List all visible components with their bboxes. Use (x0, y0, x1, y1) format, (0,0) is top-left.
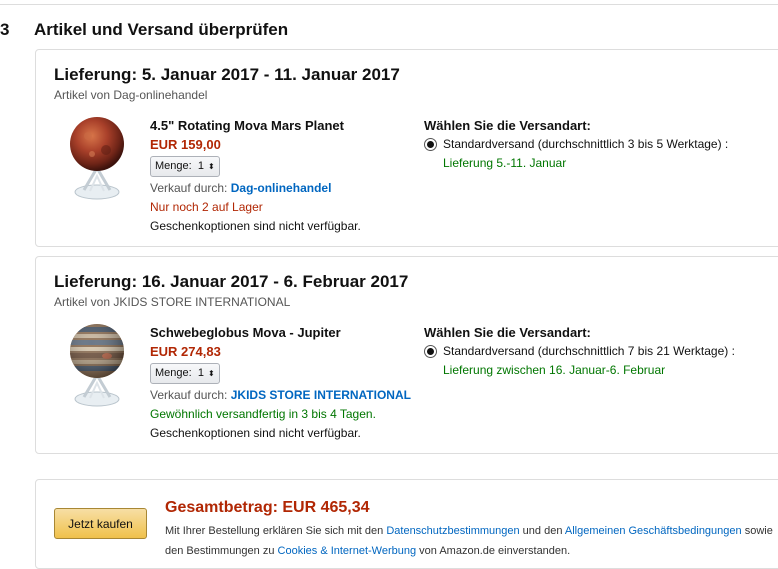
radio-selected-icon[interactable] (424, 345, 437, 358)
product-info: Schwebeglobus Mova - Jupiter EUR 274,83 … (150, 323, 411, 443)
quantity-select[interactable]: Menge: 1 ⬍ (150, 363, 220, 384)
shipping-option-label[interactable]: Standardversand (durchschnittlich 7 bis … (443, 342, 735, 361)
shipping-option-standard[interactable]: Standardversand (durchschnittlich 3 bis … (424, 135, 778, 154)
top-divider (0, 0, 778, 5)
shipping-options: Wählen Sie die Versandart: Standardversa… (424, 116, 778, 173)
legal-text: und den (519, 525, 565, 537)
seller-link[interactable]: Dag-onlinehandel (231, 181, 332, 195)
quantity-value: 1 (197, 160, 204, 172)
order-summary-card: Jetzt kaufen Gesamtbetrag: EUR 465,34 Mi… (35, 479, 778, 569)
product-price: EUR 159,00 (150, 137, 221, 152)
seller-line: Artikel von Dag-onlinehandel (54, 88, 208, 102)
shipping-heading: Wählen Sie die Versandart: (424, 325, 591, 340)
shipment-card-1: Lieferung: 5. Januar 2017 - 11. Januar 2… (35, 49, 778, 247)
product-name[interactable]: 4.5" Rotating Mova Mars Planet (150, 116, 410, 135)
updown-arrows-icon: ⬍ (207, 369, 215, 378)
legal-text: von Amazon.de einverstanden. (416, 545, 571, 557)
terms-link[interactable]: Allgemeinen Geschäftsbedingungen (565, 525, 742, 537)
shipping-option-label[interactable]: Standardversand (durchschnittlich 3 bis … (443, 135, 728, 154)
privacy-link[interactable]: Datenschutzbestimmungen (386, 525, 519, 537)
shipping-heading: Wählen Sie die Versandart: (424, 118, 591, 133)
delivery-date: Lieferung: 5. Januar 2017 - 11. Januar 2… (54, 65, 400, 84)
shipping-delivery-estimate: Lieferung zwischen 16. Januar-6. Februar (443, 363, 666, 377)
sold-by-label: Verkauf durch: (150, 388, 228, 402)
legal-notice: Mit Ihrer Bestellung erklären Sie sich m… (165, 521, 775, 561)
seller-link[interactable]: JKIDS STORE INTERNATIONAL (231, 388, 411, 402)
radio-selected-icon[interactable] (424, 138, 437, 151)
product-price: EUR 274,83 (150, 344, 221, 359)
product-info: 4.5" Rotating Mova Mars Planet EUR 159,0… (150, 116, 410, 236)
sold-by-label: Verkauf durch: (150, 181, 228, 195)
quantity-value: 1 (197, 367, 204, 379)
product-image-jupiter[interactable] (62, 319, 132, 411)
product-name[interactable]: Schwebeglobus Mova - Jupiter (150, 323, 410, 342)
seller-line: Artikel von JKIDS STORE INTERNATIONAL (54, 295, 291, 309)
gift-options-note: Geschenkoptionen sind nicht verfügbar. (150, 219, 361, 233)
gift-options-note: Geschenkoptionen sind nicht verfügbar. (150, 426, 361, 440)
step-title: Artikel und Versand überprüfen (34, 20, 289, 39)
quantity-select[interactable]: Menge: 1 ⬍ (150, 156, 220, 177)
shipment-card-2: Lieferung: 16. Januar 2017 - 6. Februar … (35, 256, 778, 454)
product-image-mars[interactable] (62, 112, 132, 204)
shipping-option-standard[interactable]: Standardversand (durchschnittlich 7 bis … (424, 342, 778, 361)
stock-status: Gewöhnlich versandfertig in 3 bis 4 Tage… (150, 407, 376, 421)
updown-arrows-icon: ⬍ (207, 162, 215, 171)
cookies-link[interactable]: Cookies & Internet-Werbung (278, 545, 417, 557)
shipping-options: Wählen Sie die Versandart: Standardversa… (424, 323, 778, 380)
quantity-label: Menge: (155, 160, 192, 172)
step-number: 3 (0, 20, 10, 39)
delivery-date: Lieferung: 16. Januar 2017 - 6. Februar … (54, 272, 409, 291)
stock-status: Nur noch 2 auf Lager (150, 200, 263, 214)
buy-now-button[interactable]: Jetzt kaufen (54, 508, 147, 539)
legal-text: Mit Ihrer Bestellung erklären Sie sich m… (165, 525, 387, 537)
order-total: Gesamtbetrag: EUR 465,34 (165, 499, 370, 516)
quantity-label: Menge: (155, 367, 192, 379)
shipping-delivery-estimate: Lieferung 5.-11. Januar (443, 156, 567, 170)
